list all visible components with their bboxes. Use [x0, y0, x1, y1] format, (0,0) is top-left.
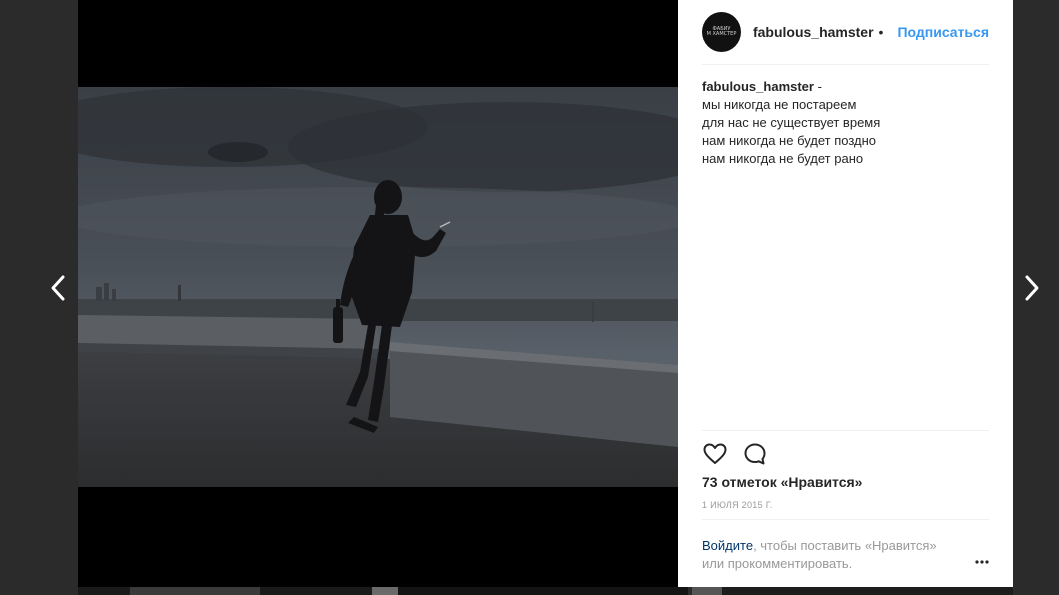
login-link[interactable]: Войдите: [702, 538, 753, 553]
feed-strip-below: [0, 587, 1059, 595]
caption-author-link[interactable]: fabulous_hamster: [702, 79, 814, 94]
next-post-button[interactable]: [1018, 270, 1048, 306]
chevron-right-icon: [1025, 275, 1039, 301]
divider: [702, 519, 989, 520]
follow-button[interactable]: Подписаться: [897, 24, 989, 40]
post-date[interactable]: 1 ИЮЛЯ 2015 Г.: [702, 500, 773, 510]
likes-count[interactable]: 73 отметок «Нравится»: [702, 474, 862, 490]
caption-dash: -: [817, 79, 822, 94]
post-info-panel: ФАБИУ М ХАМСТЕР fabulous_hamster • Подпис…: [678, 0, 1013, 587]
post-photo[interactable]: [78, 87, 678, 487]
comment-button[interactable]: [742, 441, 768, 467]
comment-icon: [744, 443, 766, 465]
avatar-logo-text: ФАБИУ М ХАМСТЕР: [706, 26, 737, 37]
post-caption: fabulous_hamster - мы никогда не постаре…: [702, 78, 989, 168]
caption-line: нам никогда не будет рано: [702, 151, 864, 166]
heart-icon: [703, 443, 727, 464]
caption-line: мы никогда не постареем: [702, 97, 857, 112]
more-options-icon: [975, 560, 989, 564]
login-prompt: Войдите, чтобы поставить «Нравится» или …: [702, 537, 962, 573]
separator-dot: •: [878, 24, 884, 40]
divider: [702, 430, 989, 431]
post-actions: [702, 440, 782, 468]
caption-line: для нас не существует время: [702, 115, 881, 130]
previous-post-button[interactable]: [44, 270, 74, 306]
post-media: [78, 0, 678, 587]
post-modal: ФАБИУ М ХАМСТЕР fabulous_hamster • Подпис…: [78, 0, 1013, 587]
caption-line: нам никогда не будет поздно: [702, 133, 877, 148]
chevron-left-icon: [51, 275, 65, 301]
username-link[interactable]: fabulous_hamster: [753, 24, 874, 40]
more-options-button[interactable]: [974, 553, 990, 564]
like-button[interactable]: [702, 441, 728, 467]
post-header: ФАБИУ М ХАМСТЕР fabulous_hamster • Подпис…: [702, 0, 989, 65]
avatar[interactable]: ФАБИУ М ХАМСТЕР: [702, 12, 741, 52]
